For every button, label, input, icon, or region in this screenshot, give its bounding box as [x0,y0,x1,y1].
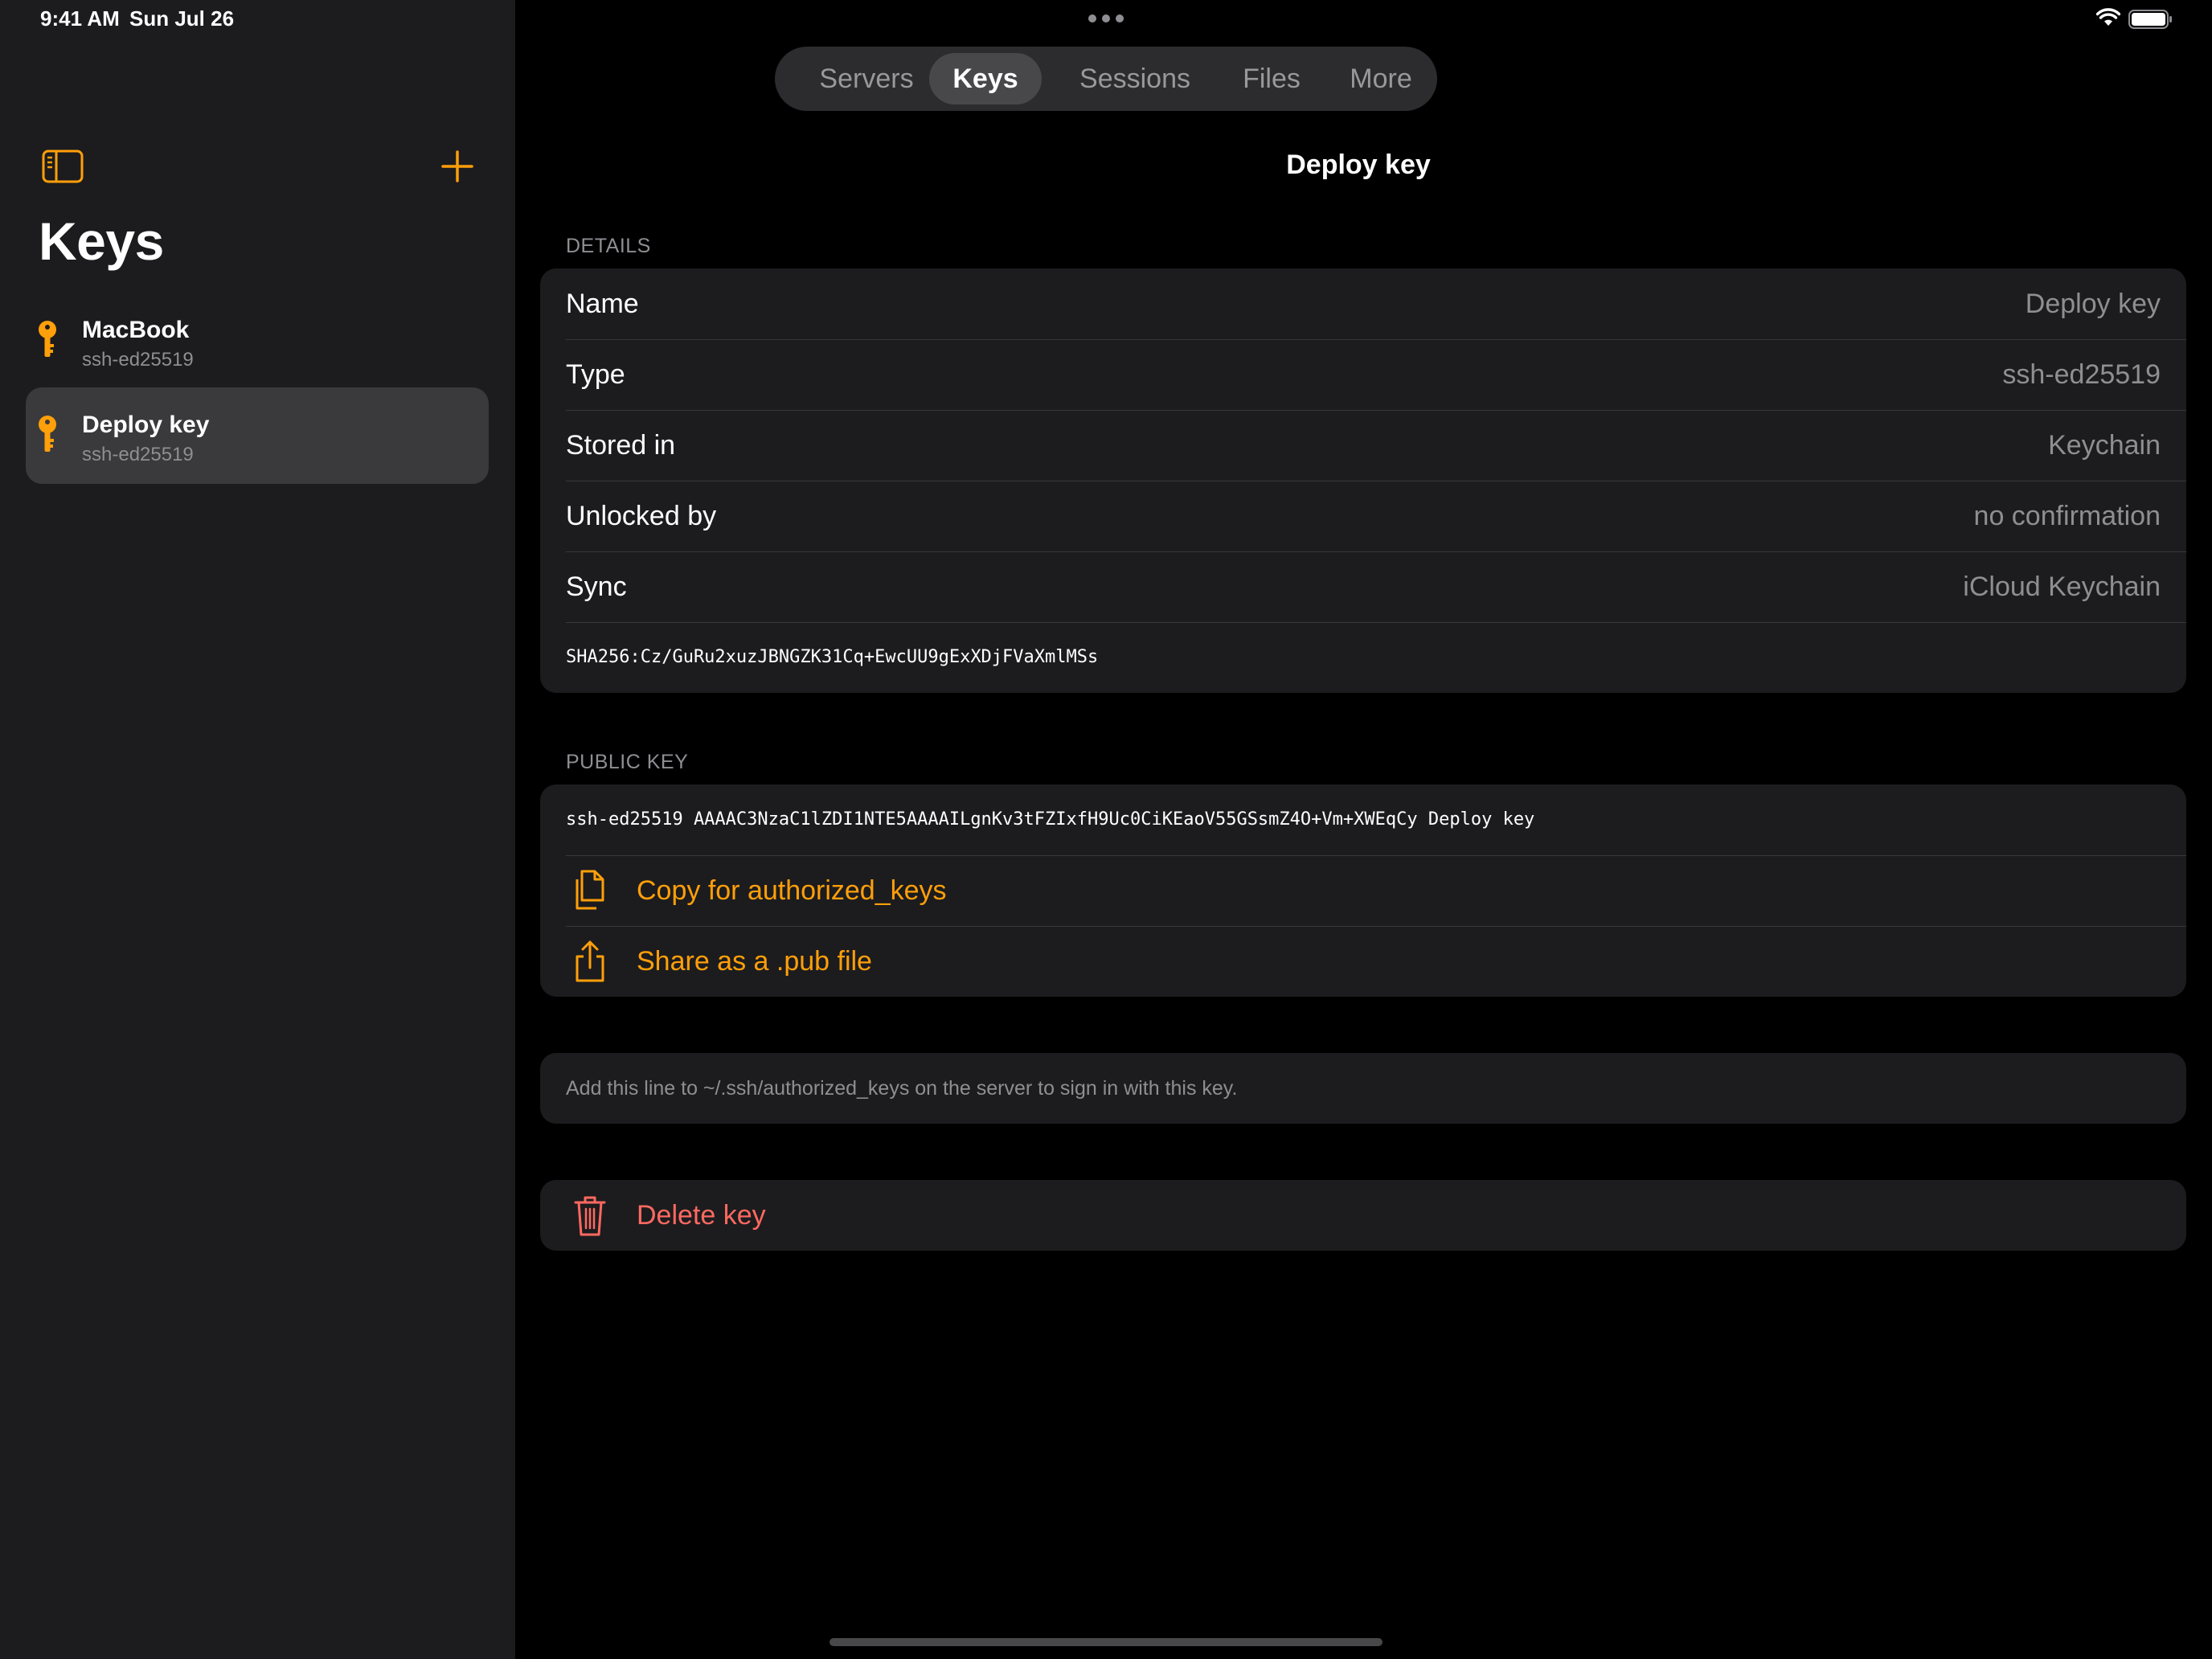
status-date: Sun Jul 26 [129,6,235,31]
info-note-card: Add this line to ~/.ssh/authorized_keys … [540,1053,2186,1124]
delete-label: Delete key [637,1200,766,1231]
row-label: Type [566,359,625,390]
tab-servers[interactable]: Servers [789,53,944,104]
key-type: ssh-ed25519 [82,349,194,371]
fingerprint-row: SHA256:Cz/GuRu2xuzJBNGZK31Cq+EwcUU9gExXD… [540,622,2186,693]
row-label: Sync [566,571,627,602]
row-value: Keychain [2048,430,2161,461]
share-icon [576,940,604,982]
key-name: Deploy key [82,412,210,438]
row-label: Stored in [566,430,676,461]
status-bar: 9:41 AM Sun Jul 26 [0,0,2212,39]
details-section-header: DETAILS [566,235,651,257]
row-value: ssh-ed25519 [2002,359,2161,390]
detail-row-stored-in: Stored in Keychain [540,410,2186,481]
trash-icon [574,1196,606,1236]
status-time: 9:41 AM [40,6,120,31]
battery-icon [2128,10,2172,29]
tab-files[interactable]: Files [1215,53,1328,104]
info-note: Add this line to ~/.ssh/authorized_keys … [566,1077,1238,1100]
fingerprint: SHA256:Cz/GuRu2xuzJBNGZK31Cq+EwcUU9gExXD… [566,647,1099,667]
sidebar-toggle-icon[interactable] [42,150,84,183]
key-name: MacBook [82,317,190,343]
share-pub-file-button[interactable]: Share as a .pub file [540,926,2186,997]
key-icon [39,416,56,452]
row-label: Unlocked by [566,501,717,531]
sidebar-item-macbook[interactable]: MacBook ssh-ed25519 [26,293,489,389]
delete-key-button[interactable]: Delete key [540,1180,2186,1251]
sidebar-item-deploy-key[interactable]: Deploy key ssh-ed25519 [26,387,489,484]
public-key-card: ssh-ed25519 AAAAC3NzaC1lZDI1NTE5AAAAILgn… [540,784,2186,997]
multitasking-dots-icon[interactable] [1088,14,1124,23]
sidebar: Keys MacBook ssh-ed25519 Deploy key ssh-… [0,0,515,1659]
key-icon [39,321,56,357]
detail-row-sync: Sync iCloud Keychain [540,551,2186,622]
add-key-button[interactable] [440,150,474,183]
row-value: iCloud Keychain [1963,571,2161,602]
row-label: Name [566,289,639,319]
public-key-text: ssh-ed25519 AAAAC3NzaC1lZDI1NTE5AAAAILgn… [566,809,1535,830]
copy-label: Copy for authorized_keys [637,875,947,906]
tab-keys[interactable]: Keys [929,53,1042,104]
copy-authorized-keys-button[interactable]: Copy for authorized_keys [540,855,2186,926]
detail-row-type: Type ssh-ed25519 [540,339,2186,410]
row-value: Deploy key [2025,289,2161,319]
sidebar-title: Keys [39,211,164,271]
tab-bar: Servers Keys Sessions Files More [775,47,1437,111]
details-card: Name Deploy key Type ssh-ed25519 Stored … [540,268,2186,693]
detail-row-unlocked-by: Unlocked by no confirmation [540,481,2186,551]
home-indicator[interactable] [830,1638,1382,1646]
detail-row-name: Name Deploy key [540,268,2186,339]
page-title: Deploy key [1286,150,1431,180]
public-key-section-header: PUBLIC KEY [566,751,689,773]
tab-more[interactable]: More [1325,53,1437,104]
tab-sessions[interactable]: Sessions [1056,53,1214,104]
copy-icon [576,870,604,910]
key-type: ssh-ed25519 [82,444,194,465]
share-label: Share as a .pub file [637,946,872,977]
public-key-row: ssh-ed25519 AAAAC3NzaC1lZDI1NTE5AAAAILgn… [540,784,2186,855]
row-value: no confirmation [1973,501,2161,531]
wifi-icon [2096,8,2120,26]
